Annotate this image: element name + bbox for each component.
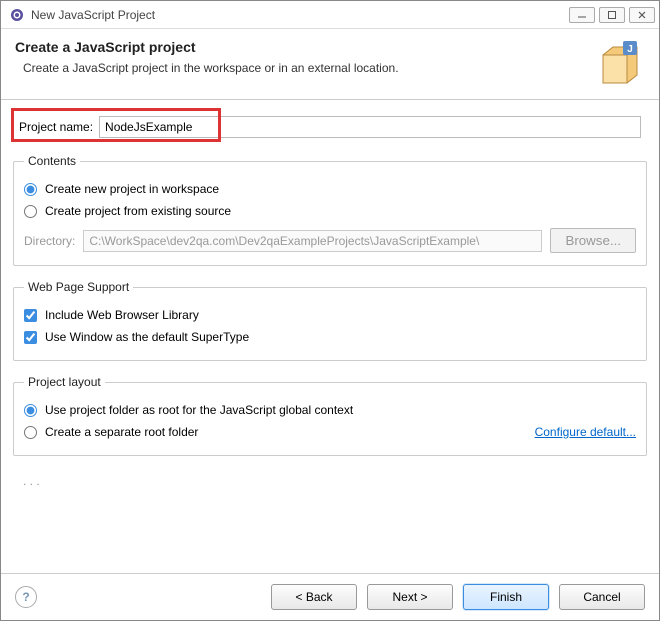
contents-legend: Contents <box>24 154 80 168</box>
back-button[interactable]: < Back <box>271 584 357 610</box>
svg-text:J: J <box>627 44 633 55</box>
checkbox-window-supertype-label: Use Window as the default SuperType <box>45 330 249 344</box>
contents-group: Contents Create new project in workspace… <box>13 154 647 266</box>
minimize-button[interactable] <box>569 7 595 23</box>
window-title: New JavaScript Project <box>31 8 569 22</box>
radio-existing-source-label: Create project from existing source <box>45 204 231 218</box>
web-support-legend: Web Page Support <box>24 280 133 294</box>
project-layout-group: Project layout Use project folder as roo… <box>13 375 647 456</box>
radio-separate-root-label: Create a separate root folder <box>45 425 198 439</box>
project-layout-legend: Project layout <box>24 375 105 389</box>
titlebar: New JavaScript Project <box>1 1 659 29</box>
radio-new-workspace[interactable] <box>24 183 37 196</box>
checkbox-window-supertype[interactable] <box>24 331 37 344</box>
radio-root-folder-label: Use project folder as root for the JavaS… <box>45 403 353 417</box>
dialog-footer: ? < Back Next > Finish Cancel <box>1 573 659 620</box>
project-name-row: Project name: <box>13 110 647 144</box>
next-button[interactable]: Next > <box>367 584 453 610</box>
eclipse-icon <box>9 7 25 23</box>
browse-button: Browse... <box>550 228 636 253</box>
radio-existing-source[interactable] <box>24 205 37 218</box>
project-name-label: Project name: <box>19 120 93 134</box>
radio-root-folder[interactable] <box>24 404 37 417</box>
configure-default-link[interactable]: Configure default... <box>535 425 636 439</box>
directory-input <box>83 230 542 252</box>
finish-button[interactable]: Finish <box>463 584 549 610</box>
close-button[interactable] <box>629 7 655 23</box>
header-subtitle: Create a JavaScript project in the works… <box>23 61 597 75</box>
dialog-window: New JavaScript Project Create a JavaScri… <box>0 0 660 621</box>
checkbox-browser-library-label: Include Web Browser Library <box>45 308 199 322</box>
checkbox-browser-library[interactable] <box>24 309 37 322</box>
directory-label: Directory: <box>24 234 75 248</box>
more-indicator: . . . <box>13 470 647 492</box>
radio-separate-root[interactable] <box>24 426 37 439</box>
header-title: Create a JavaScript project <box>15 39 597 55</box>
dialog-body: Project name: Contents Create new projec… <box>1 100 659 573</box>
cancel-button[interactable]: Cancel <box>559 584 645 610</box>
js-project-icon: J <box>597 39 645 87</box>
web-support-group: Web Page Support Include Web Browser Lib… <box>13 280 647 361</box>
wizard-header: Create a JavaScript project Create a Jav… <box>1 29 659 100</box>
window-controls <box>569 7 655 23</box>
maximize-button[interactable] <box>599 7 625 23</box>
help-button[interactable]: ? <box>15 586 37 608</box>
project-name-input[interactable] <box>99 116 641 138</box>
radio-new-workspace-label: Create new project in workspace <box>45 182 219 196</box>
